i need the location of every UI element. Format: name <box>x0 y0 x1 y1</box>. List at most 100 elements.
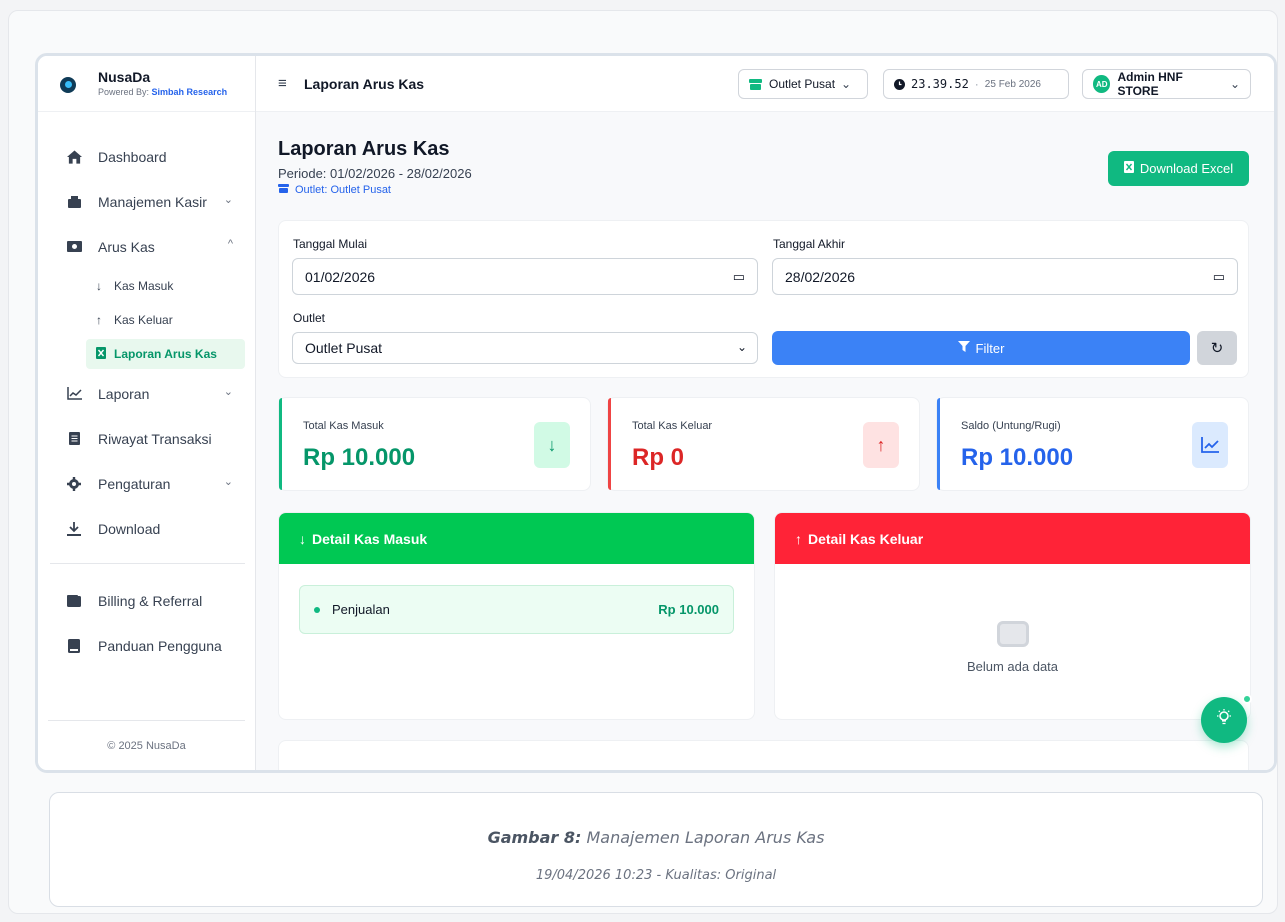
store-icon <box>749 78 762 90</box>
detail-kas-masuk-card: ↓ Detail Kas Masuk Penjualan Rp 10.000 <box>278 512 755 720</box>
bullet-icon <box>314 606 320 613</box>
receipt-icon <box>66 431 82 447</box>
chevron-down-icon: ⌄ <box>736 340 747 354</box>
sidebar-subitem-laporan-arus-kas[interactable]: Laporan Arus Kas <box>86 339 245 369</box>
chevron-down-icon: ⌄ <box>1229 77 1240 91</box>
chart-line-icon <box>66 386 82 402</box>
user-name: Admin HNF STORE <box>1117 70 1183 98</box>
start-date-label: Tanggal Mulai <box>293 237 368 251</box>
start-date-input[interactable]: 01/02/2026 ▭ <box>292 258 758 295</box>
stat-card-kas-masuk: Total Kas Masuk Rp 10.000 ↓ <box>278 397 591 491</box>
arrow-up-icon: ↑ <box>795 530 802 547</box>
sidebar-subitem-kas-keluar[interactable]: ↑ Kas Keluar <box>38 303 255 337</box>
chevron-down-icon: ⌄ <box>841 77 852 91</box>
end-date-label: Tanggal Akhir <box>773 237 846 251</box>
sidebar-item-manajemen-kasir[interactable]: Manajemen Kasir ⌄ <box>38 179 255 224</box>
filter-button-label: Filter <box>975 340 1005 356</box>
reset-button[interactable]: ↻ <box>1197 331 1237 365</box>
chevron-up-icon: ^ <box>227 238 233 250</box>
detail-kas-keluar-title: Detail Kas Keluar <box>808 530 924 547</box>
detail-kas-masuk-title: Detail Kas Masuk <box>312 530 428 547</box>
filter-card: Tanggal Mulai 01/02/2026 ▭ Tanggal Akhir… <box>278 220 1249 378</box>
stat-label: Total Kas Masuk <box>303 420 384 432</box>
store-icon <box>278 184 289 196</box>
money-icon <box>66 239 82 255</box>
clock-icon <box>894 78 905 90</box>
clock-display: 23.39.52 · 25 Feb 2026 <box>883 69 1069 99</box>
outlet-select[interactable]: Outlet Pusat ⌄ <box>292 332 758 364</box>
page-title: Laporan Arus Kas <box>278 138 450 160</box>
user-menu[interactable]: AD Admin HNF STORE ⌄ <box>1082 69 1251 99</box>
figure-caption: Gambar 8: Manajemen Laporan Arus Kas 19/… <box>49 792 1263 907</box>
filter-button[interactable]: Filter <box>772 331 1190 365</box>
list-item: Penjualan Rp 10.000 <box>299 585 734 634</box>
inbox-icon <box>997 621 1029 647</box>
chevron-down-icon: ⌄ <box>223 386 233 398</box>
calendar-icon[interactable]: ▭ <box>1213 269 1225 285</box>
funnel-icon <box>957 341 970 355</box>
sidebar-subitem-kas-masuk[interactable]: ↓ Kas Masuk <box>38 269 255 303</box>
list-item-label: Penjualan <box>332 602 390 617</box>
sidebar-item-label: Billing & Referral <box>98 592 203 609</box>
sidebar-item-laporan[interactable]: Laporan ⌄ <box>38 371 255 416</box>
book-icon <box>66 638 82 654</box>
sidebar-item-arus-kas[interactable]: Arus Kas ^ <box>38 224 255 269</box>
sidebar-item-panduan[interactable]: Panduan Pengguna <box>38 623 255 668</box>
download-excel-label: Download Excel <box>1139 161 1234 176</box>
calendar-icon[interactable]: ▭ <box>733 269 745 285</box>
sidebar-item-download[interactable]: Download <box>38 506 255 551</box>
detail-kas-masuk-header: ↓ Detail Kas Masuk <box>279 513 754 564</box>
outlet-selector[interactable]: Outlet Pusat ⌄ <box>738 69 868 99</box>
start-date-value: 01/02/2026 <box>305 268 376 285</box>
avatar: AD <box>1093 75 1111 93</box>
sidebar-item-riwayat-transaksi[interactable]: Riwayat Transaksi <box>38 416 255 461</box>
sidebar-item-label: Download <box>98 520 161 537</box>
wallet-icon <box>66 593 82 609</box>
sidebar-subitem-label: Laporan Arus Kas <box>114 347 217 361</box>
chevron-down-icon: ⌄ <box>223 476 233 488</box>
empty-state-text: Belum ada data <box>966 659 1059 674</box>
outlet-selector-label: Outlet Pusat <box>769 77 836 91</box>
home-icon <box>66 149 82 165</box>
sidebar-item-label: Manajemen Kasir <box>98 193 207 210</box>
sidebar-item-label: Arus Kas <box>98 238 155 255</box>
chevron-down-icon: ⌄ <box>223 194 233 206</box>
stat-card-kas-keluar: Total Kas Keluar Rp 0 ↑ <box>607 397 920 491</box>
excel-file-icon <box>1123 161 1134 176</box>
sidebar-divider <box>50 563 245 564</box>
logo-icon <box>60 77 76 93</box>
excel-file-icon <box>96 346 108 362</box>
main-content: Laporan Arus Kas Periode: 01/02/2026 - 2… <box>256 112 1274 770</box>
end-date-input[interactable]: 28/02/2026 ▭ <box>772 258 1238 295</box>
stat-value: Rp 0 <box>632 444 685 471</box>
sidebar-item-dashboard[interactable]: Dashboard <box>38 134 255 179</box>
next-section-card <box>278 740 1249 770</box>
sidebar-subitem-label: Kas Keluar <box>114 313 173 327</box>
hamburger-menu-icon[interactable]: ≡ <box>278 75 287 92</box>
sidebar-item-pengaturan[interactable]: Pengaturan ⌄ <box>38 461 255 506</box>
arrow-down-icon: ↓ <box>534 422 570 468</box>
sidebar-item-label: Laporan <box>98 385 150 402</box>
stat-label: Saldo (Untung/Rugi) <box>961 420 1061 432</box>
stat-card-saldo: Saldo (Untung/Rugi) Rp 10.000 <box>936 397 1249 491</box>
top-bar: ≡ Laporan Arus Kas Outlet Pusat ⌄ 23.39.… <box>256 56 1274 112</box>
chart-line-icon <box>1192 422 1228 468</box>
cash-register-icon <box>66 194 82 210</box>
detail-kas-keluar-header: ↑ Detail Kas Keluar <box>775 513 1250 564</box>
download-excel-button[interactable]: Download Excel <box>1108 151 1249 186</box>
stat-accent-bar <box>608 398 611 490</box>
brand-name: NusaDa <box>98 69 151 85</box>
page-background: NusaDa Powered By: Simbah Research Dashb… <box>8 10 1278 914</box>
separator-dot: · <box>974 77 979 91</box>
caption-title: Gambar 8: Manajemen Laporan Arus Kas <box>487 828 825 847</box>
sidebar-item-billing[interactable]: Billing & Referral <box>38 578 255 623</box>
screenshot-frame: NusaDa Powered By: Simbah Research Dashb… <box>35 53 1277 773</box>
lightbulb-icon <box>1216 708 1232 732</box>
clock-date: 25 Feb 2026 <box>984 78 1041 90</box>
brand[interactable]: NusaDa Powered By: Simbah Research <box>38 56 255 112</box>
notification-dot <box>1242 694 1252 704</box>
download-icon <box>66 521 82 537</box>
tips-button[interactable] <box>1201 697 1247 743</box>
outlet-filter-label: Outlet <box>293 311 326 325</box>
sidebar-nav: Dashboard Manajemen Kasir ⌄ Arus Kas ^ ↓… <box>38 112 255 668</box>
